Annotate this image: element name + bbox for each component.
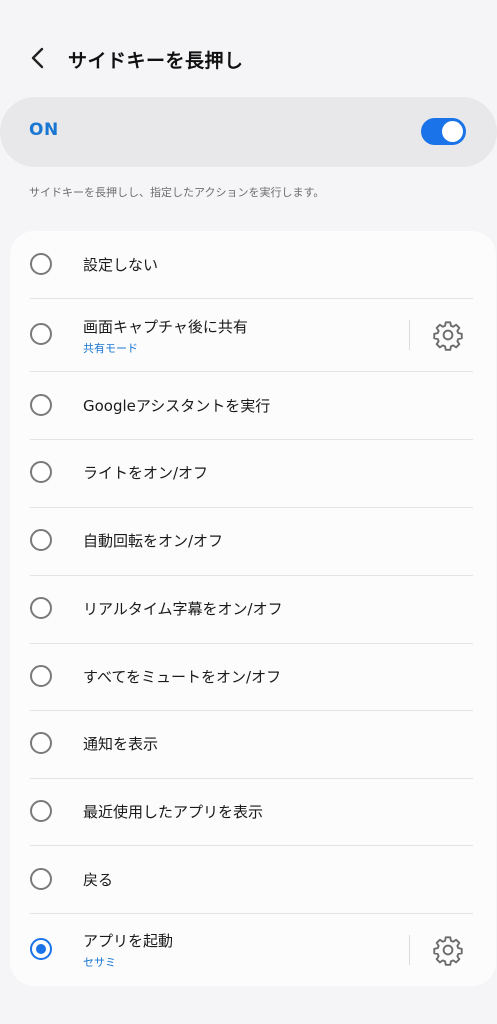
separator: [409, 935, 410, 965]
option-row-screenshot-share[interactable]: 画面キャプチャ後に共有 共有モード: [10, 299, 496, 371]
option-label: 画面キャプチャ後に共有: [83, 318, 248, 336]
description-text: サイドキーを長押しし、指定したアクションを実行します。: [29, 186, 325, 199]
option-sublabel: セサミ: [83, 956, 116, 969]
gear-icon[interactable]: [432, 934, 464, 966]
option-row-recent-apps[interactable]: 最近使用したアプリを表示: [10, 779, 496, 846]
radio-button[interactable]: [30, 461, 52, 483]
option-row-auto-rotate[interactable]: 自動回転をオン/オフ: [10, 508, 496, 575]
option-row-none[interactable]: 設定しない: [10, 231, 496, 298]
option-label: 通知を表示: [83, 735, 159, 753]
master-switch-row[interactable]: ON: [0, 97, 497, 167]
radio-button[interactable]: [30, 597, 52, 619]
option-label: 戻る: [83, 871, 114, 889]
radio-button-selected[interactable]: [30, 938, 52, 960]
option-sublabel: 共有モード: [83, 342, 138, 355]
master-switch-label: ON: [29, 120, 59, 140]
radio-dot: [36, 944, 46, 954]
option-row-notifications[interactable]: 通知を表示: [10, 711, 496, 778]
options-list: 設定しない 画面キャプチャ後に共有 共有モード Googleアシスタントを実行 …: [10, 231, 496, 986]
radio-button[interactable]: [30, 800, 52, 822]
page-title: サイドキーを長押し: [68, 50, 244, 72]
radio-button[interactable]: [30, 732, 52, 754]
toggle-knob: [442, 121, 463, 142]
radio-button[interactable]: [30, 868, 52, 890]
option-row-back[interactable]: 戻る: [10, 846, 496, 913]
radio-button[interactable]: [30, 323, 52, 345]
radio-button[interactable]: [30, 253, 52, 275]
master-toggle[interactable]: [421, 118, 466, 145]
option-label: すべてをミュートをオン/オフ: [83, 668, 282, 686]
option-label: ライトをオン/オフ: [83, 464, 209, 482]
option-row-open-app[interactable]: アプリを起動 セサミ: [10, 914, 496, 986]
option-label: 最近使用したアプリを表示: [83, 803, 264, 821]
option-label: リアルタイム字幕をオン/オフ: [83, 600, 283, 618]
option-label: アプリを起動: [83, 932, 174, 950]
radio-button[interactable]: [30, 529, 52, 551]
radio-button[interactable]: [30, 665, 52, 687]
option-row-flashlight[interactable]: ライトをオン/オフ: [10, 440, 496, 507]
option-row-google-assistant[interactable]: Googleアシスタントを実行: [10, 372, 496, 439]
option-label: Googleアシスタントを実行: [83, 397, 271, 415]
separator: [409, 320, 410, 350]
radio-button[interactable]: [30, 394, 52, 416]
option-row-mute-all[interactable]: すべてをミュートをオン/オフ: [10, 644, 496, 711]
option-row-live-caption[interactable]: リアルタイム字幕をオン/オフ: [10, 576, 496, 643]
option-label: 設定しない: [83, 256, 159, 274]
option-label: 自動回転をオン/オフ: [83, 532, 224, 550]
chevron-left-icon: [31, 47, 44, 69]
gear-icon[interactable]: [432, 319, 464, 351]
back-button[interactable]: [22, 42, 54, 74]
